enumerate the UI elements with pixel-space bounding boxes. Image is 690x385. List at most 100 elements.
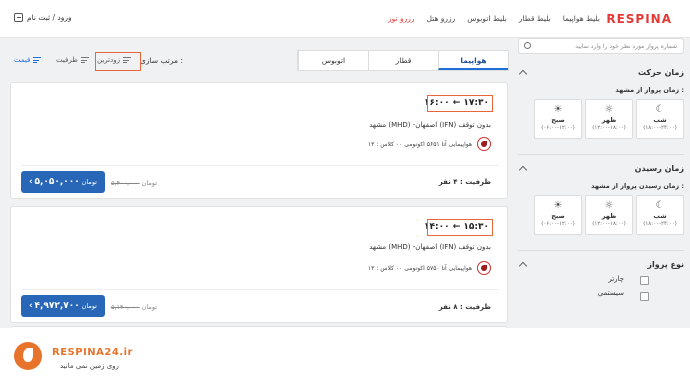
login-link[interactable]: ورود / ثبت نام	[14, 13, 72, 22]
tab-airplane[interactable]: هواپیما	[438, 51, 508, 70]
old-price: ۵,۴۰۰,۰۰۰ تومان	[111, 179, 157, 187]
airline-text: هواپیمایی آتا ۵۷۵۰ اکونومی ۰۰ کلاس : ۱۳	[367, 264, 472, 272]
nav-bus-tickets[interactable]: بلیط اتوبوس	[467, 14, 507, 23]
old-price-currency: تومان	[141, 179, 158, 187]
watermark-footer: RESPINA24.ir روی زمین نمی مانید	[0, 328, 690, 385]
select-price-button[interactable]: ‹ ۵,۰۵۰,۰۰۰ تومان	[21, 171, 105, 193]
old-price: ۵,۱۴۰,۰۰۰ تومان	[111, 303, 157, 311]
sort-option-label: ظرفیت	[56, 56, 78, 64]
chevron-up-icon[interactable]	[518, 69, 528, 79]
tile-label: ظهر	[601, 116, 617, 124]
sort-capacity[interactable]: ظرفیت	[56, 56, 89, 64]
flight-route: مشهد (MHD) -اصفهان (IFN) بدون توقف	[369, 243, 491, 251]
tile-range: (۱۸:۰۰-۲۴:۰۰)	[643, 125, 677, 131]
flight-route: مشهد (MHD) -اصفهان (IFN) بدون توقف	[369, 121, 491, 129]
sun-icon: ☀	[553, 200, 563, 211]
airline-logo	[477, 261, 491, 275]
nav-flight-tickets[interactable]: بلیط هواپیما	[563, 14, 600, 23]
chevron-left-icon: ‹	[29, 177, 33, 187]
top-navbar: RESPINA بلیط هواپیما بلیط قطار بلیط اتوب…	[0, 0, 690, 38]
tile-range: (۱۸:۰۰-۲۴:۰۰)	[643, 221, 677, 227]
sort-price[interactable]: قیمت	[14, 56, 42, 64]
divider	[518, 250, 684, 251]
flight-card[interactable]: ۱۴:۰۰ ← ۱۵:۳۰ مشهد (MHD) -اصفهان (IFN) ب…	[10, 206, 508, 323]
nav-hotel-booking[interactable]: رزرو هتل	[427, 14, 456, 23]
nav-tour-booking[interactable]: رزرو تور	[388, 14, 414, 23]
departure-subtitle: زمان پرواز از مشهد :	[615, 86, 684, 94]
airline-logo	[477, 137, 491, 151]
charter-checkbox[interactable]	[640, 276, 649, 285]
card-divider	[21, 289, 499, 290]
tile-label: شب	[653, 212, 667, 220]
card-divider	[21, 165, 499, 166]
flight-number-search[interactable]: شماره پرواز مورد نظر خود را وارد نمایید	[518, 38, 684, 54]
airline-info: هواپیمایی آتا ۵۶۵۱ اکونومی ۰۰ کلاس : ۱۳	[368, 137, 491, 151]
search-placeholder: شماره پرواز مورد نظر خود را وارد نمایید	[575, 42, 677, 50]
price-currency: تومان	[81, 302, 97, 310]
brand-logo[interactable]: RESPINA	[606, 12, 672, 26]
watermark-name: RESPINA24.ir	[52, 347, 133, 358]
charter-option[interactable]: چارتر	[518, 275, 684, 283]
airline-info: هواپیمایی آتا ۵۷۵۰ اکونومی ۰۰ کلاس : ۱۳	[368, 261, 491, 275]
flight-type-title: نوع پرواز	[647, 260, 684, 269]
main-nav: بلیط هواپیما بلیط قطار بلیط اتوبوس رزرو …	[388, 14, 600, 23]
search-icon	[524, 42, 531, 49]
system-checkbox[interactable]	[640, 292, 649, 301]
tile-range: (۰۶:۰۰-۱۲:۰۰)	[541, 125, 575, 131]
watermark-tagline: روی زمین نمی مانید	[60, 362, 119, 370]
filter-sidebar: شماره پرواز مورد نظر خود را وارد نمایید …	[510, 38, 690, 328]
nav-train-tickets[interactable]: بلیط قطار	[519, 14, 551, 23]
arrival-subtitle: زمان رسیدن پرواز از مشهد :	[591, 182, 684, 190]
sort-option-label: قیمت	[14, 56, 31, 64]
capacity: ظرفیت : ۸ نفر	[438, 303, 491, 311]
departure-time-filter: زمان حرکت زمان پرواز از مشهد : ☾ شب (۱۸:…	[518, 68, 684, 139]
tile-range: (۱۲:۰۰-۱۸:۰۰)	[592, 125, 626, 131]
capacity: ظرفیت : ۴ نفر	[438, 178, 491, 186]
tile-label: شب	[653, 116, 667, 124]
transport-tabs: هواپیما قطار اتوبوس	[297, 50, 509, 71]
select-price-button[interactable]: ‹ ۴,۹۷۲,۷۰۰ تومان	[21, 295, 105, 317]
departure-title: زمان حرکت	[637, 68, 684, 77]
login-icon	[14, 13, 23, 22]
arrival-noon-tile[interactable]: ☼ ظهر (۱۲:۰۰-۱۸:۰۰)	[585, 195, 633, 235]
arrival-time-filter: زمان رسیدن زمان رسیدن پرواز از مشهد : ☾ …	[518, 164, 684, 235]
arrival-night-tile[interactable]: ☾ شب (۱۸:۰۰-۲۴:۰۰)	[636, 195, 684, 235]
tile-range: (۱۲:۰۰-۱۸:۰۰)	[592, 221, 626, 227]
flight-type-filter: نوع پرواز چارتر سیستمی	[518, 260, 684, 301]
moon-icon: ☾	[655, 104, 665, 115]
sun-icon: ☀	[553, 104, 563, 115]
departure-noon-tile[interactable]: ☼ ظهر (۱۲:۰۰-۱۸:۰۰)	[585, 99, 633, 139]
tile-label: صبح	[551, 116, 565, 124]
sort-label: مرتب سازی :	[140, 56, 183, 65]
arrival-morning-tile[interactable]: ☀ صبح (۰۶:۰۰-۱۲:۰۰)	[534, 195, 582, 235]
old-price-value: ۵,۱۴۰,۰۰۰	[111, 303, 140, 311]
sun-cloud-icon: ☼	[604, 200, 614, 211]
chevron-up-icon[interactable]	[518, 261, 528, 271]
login-label: ورود / ثبت نام	[27, 13, 72, 22]
tile-label: صبح	[551, 212, 565, 220]
sun-cloud-icon: ☼	[604, 104, 614, 115]
divider	[518, 154, 684, 155]
tile-range: (۰۶:۰۰-۱۲:۰۰)	[541, 221, 575, 227]
time-highlight-box	[427, 95, 493, 112]
highlight-box	[95, 52, 141, 71]
chevron-left-icon: ‹	[29, 301, 33, 311]
sort-lines-icon	[33, 57, 42, 63]
price-currency: تومان	[81, 178, 97, 186]
price-value: ۵,۰۵۰,۰۰۰	[34, 177, 80, 187]
departure-morning-tile[interactable]: ☀ صبح (۰۶:۰۰-۱۲:۰۰)	[534, 99, 582, 139]
airline-text: هواپیمایی آتا ۵۶۵۱ اکونومی ۰۰ کلاس : ۱۳	[367, 140, 472, 148]
tab-bus[interactable]: اتوبوس	[298, 51, 368, 70]
tile-label: ظهر	[601, 212, 617, 220]
system-option[interactable]: سیستمی	[518, 289, 684, 297]
flight-card[interactable]: ۱۶:۰۰ ← ۱۷:۳۰ مشهد (MHD) -اصفهان (IFN) ب…	[10, 82, 508, 199]
price-value: ۴,۹۷۲,۷۰۰	[34, 301, 80, 311]
results-panel: مرتب سازی : زودترین ظرفیت قیمت هواپیما ق…	[10, 38, 509, 336]
chevron-up-icon[interactable]	[518, 165, 528, 175]
departure-night-tile[interactable]: ☾ شب (۱۸:۰۰-۲۴:۰۰)	[636, 99, 684, 139]
old-price-value: ۵,۴۰۰,۰۰۰	[111, 179, 140, 187]
moon-icon: ☾	[655, 200, 665, 211]
respina24-logo	[14, 342, 42, 370]
tab-train[interactable]: قطار	[368, 51, 438, 70]
sort-lines-icon	[80, 57, 89, 63]
